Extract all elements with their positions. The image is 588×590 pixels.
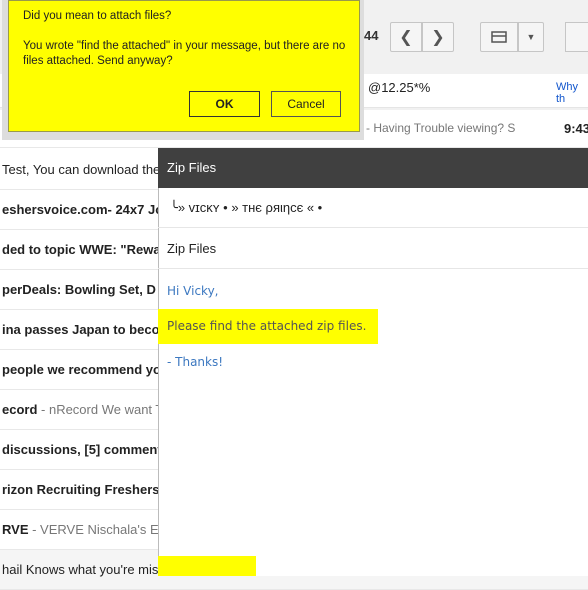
- row-snippet: - Having Trouble viewing? S: [366, 121, 516, 135]
- row-sender: rizon Recruiting Freshers: [2, 482, 160, 497]
- body-signoff[interactable]: - Thanks!: [167, 355, 223, 369]
- row-snippet: - VERVE Nischala's E: [28, 522, 159, 537]
- highlight: [158, 556, 256, 576]
- body-text[interactable]: Please find the attached zip files.: [167, 319, 366, 333]
- row-sender: Test, You can download the: [2, 162, 161, 177]
- layout-button[interactable]: [480, 22, 518, 52]
- compose-title[interactable]: Zip Files: [158, 148, 588, 188]
- subject-field[interactable]: Zip Files: [167, 241, 216, 256]
- prev-page-button[interactable]: ❮: [390, 22, 422, 52]
- cancel-button[interactable]: Cancel: [271, 91, 341, 117]
- row-sender: RVE: [2, 522, 29, 537]
- ad-text: @12.25*%: [368, 80, 431, 95]
- layout-dropdown-button[interactable]: ▼: [518, 22, 544, 52]
- row-sender: perDeals: Bowling Set, D: [2, 282, 156, 297]
- row-snippet: - nRecord We want T: [37, 402, 164, 417]
- chevron-right-icon: ❯: [431, 29, 445, 46]
- row-sender: people we recommend yo: [2, 362, 161, 377]
- divider: [158, 268, 588, 269]
- row-sender: ina passes Japan to beco: [2, 322, 160, 337]
- page-count: 44: [364, 28, 379, 43]
- ok-button[interactable]: OK: [189, 91, 260, 117]
- dialog-title: Did you mean to attach files?: [23, 10, 172, 22]
- divider: [158, 227, 588, 228]
- dialog-message: You wrote "find the attached" in your me…: [23, 40, 346, 67]
- row-sender: ded to topic WWE: "Rewa: [2, 242, 161, 257]
- row-sender: ecord: [2, 402, 38, 417]
- ad-why-link[interactable]: Why th: [556, 81, 588, 105]
- row-time: 9:43: [564, 121, 588, 136]
- layout-icon: [491, 31, 507, 43]
- row-sender: discussions, [5] comment: [2, 442, 162, 457]
- row-sender: eshersvoice.com- 24x7 Jo: [2, 202, 164, 217]
- to-field[interactable]: ╰» vɪᴄκʏ • » тнє ρяιηcє « •: [170, 200, 322, 216]
- caret-down-icon: ▼: [526, 32, 536, 42]
- body-greeting[interactable]: Hi Vicky,: [167, 284, 219, 298]
- chevron-left-icon: ❮: [399, 29, 413, 46]
- next-page-button[interactable]: ❯: [422, 22, 454, 52]
- settings-button[interactable]: [565, 22, 588, 52]
- row-sender: hail Knows what you're miss: [2, 562, 165, 577]
